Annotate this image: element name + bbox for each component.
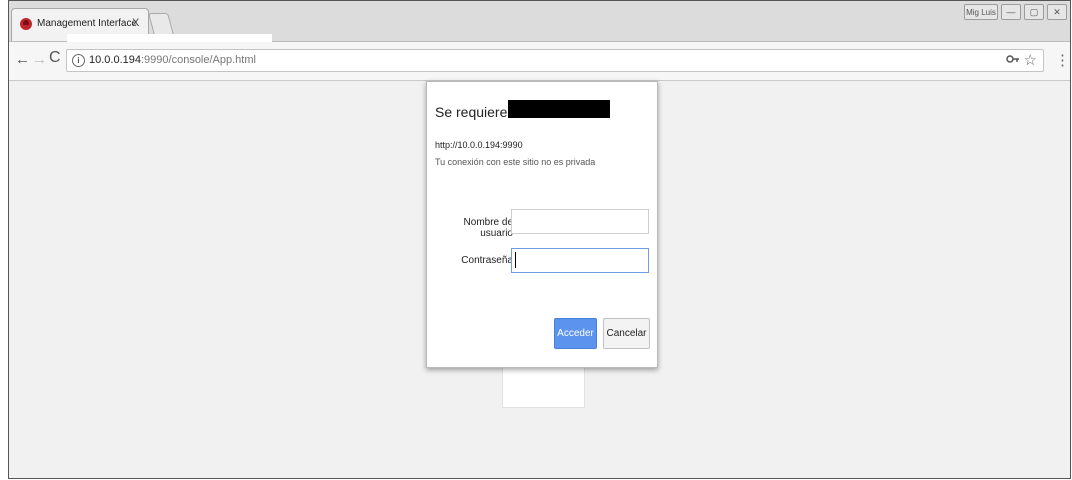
username-input[interactable]	[511, 209, 649, 234]
cancel-button[interactable]: Cancelar	[603, 318, 650, 349]
browser-toolbar: ← → C i 10.0.0.194:9990/console/App.html…	[9, 42, 1070, 81]
password-input[interactable]	[511, 248, 649, 273]
maximize-button[interactable]: ▢	[1024, 4, 1044, 20]
new-tab-button[interactable]	[148, 13, 174, 35]
page-content: ↖ Se requiere un http://10.0.0.194:9990 …	[9, 81, 1070, 478]
browser-window: Management Interface X Mig Luis — ▢ ✕ ← …	[8, 0, 1071, 479]
password-label: Contraseña	[461, 255, 513, 266]
url-text: 10.0.0.194:9990/console/App.html	[89, 54, 256, 66]
privacy-warning: Tu conexión con este sitio no es privada	[435, 157, 596, 167]
info-icon[interactable]: i	[72, 54, 85, 67]
window-controls: Mig Luis — ▢ ✕	[964, 4, 1067, 20]
url-path: :9990/console/App.html	[141, 54, 256, 66]
profile-button[interactable]: Mig Luis	[964, 4, 998, 20]
username-label: Nombre de usuario	[463, 217, 513, 239]
close-window-button[interactable]: ✕	[1047, 4, 1067, 20]
redacted-text	[508, 100, 610, 118]
menu-icon[interactable]: ⋮	[1055, 51, 1070, 69]
address-bar[interactable]: i 10.0.0.194:9990/console/App.html ☆	[66, 49, 1044, 72]
tab-strip: Management Interface X Mig Luis — ▢ ✕	[9, 1, 1070, 43]
tab-title: Management Interface	[37, 18, 138, 29]
red-hat-icon	[20, 18, 32, 30]
key-icon[interactable]	[1006, 53, 1020, 68]
accept-button[interactable]: Acceder	[554, 318, 597, 349]
forward-arrow-icon[interactable]: →	[32, 51, 47, 68]
star-icon[interactable]: ☆	[1024, 51, 1037, 69]
tab-close-icon[interactable]: X	[132, 17, 139, 29]
url-host: 10.0.0.194	[89, 54, 141, 66]
dialog-url: http://10.0.0.194:9990	[435, 140, 523, 150]
minimize-button[interactable]: —	[1001, 4, 1021, 20]
back-arrow-icon[interactable]: ←	[15, 51, 30, 68]
reload-icon[interactable]: C	[49, 49, 61, 67]
text-cursor	[515, 252, 516, 268]
auth-dialog: Se requiere un http://10.0.0.194:9990 Tu…	[426, 81, 658, 368]
